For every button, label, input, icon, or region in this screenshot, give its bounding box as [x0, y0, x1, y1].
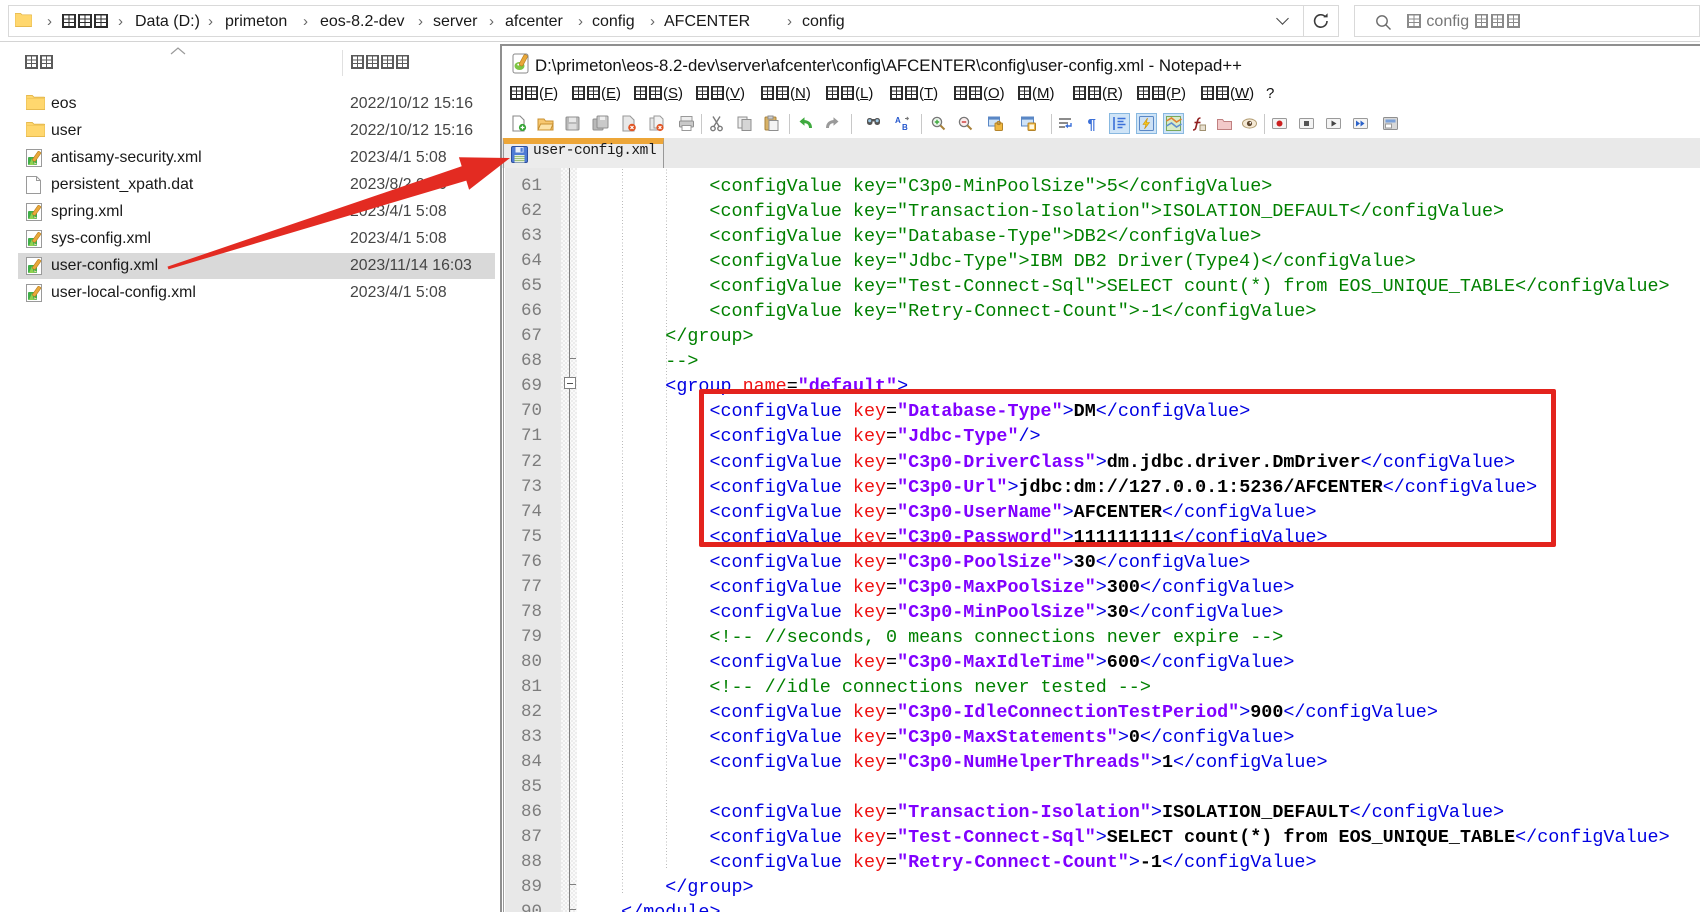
- svg-text:B: B: [902, 123, 908, 132]
- svg-text:A: A: [895, 116, 901, 125]
- svg-text:¶: ¶: [1088, 116, 1096, 132]
